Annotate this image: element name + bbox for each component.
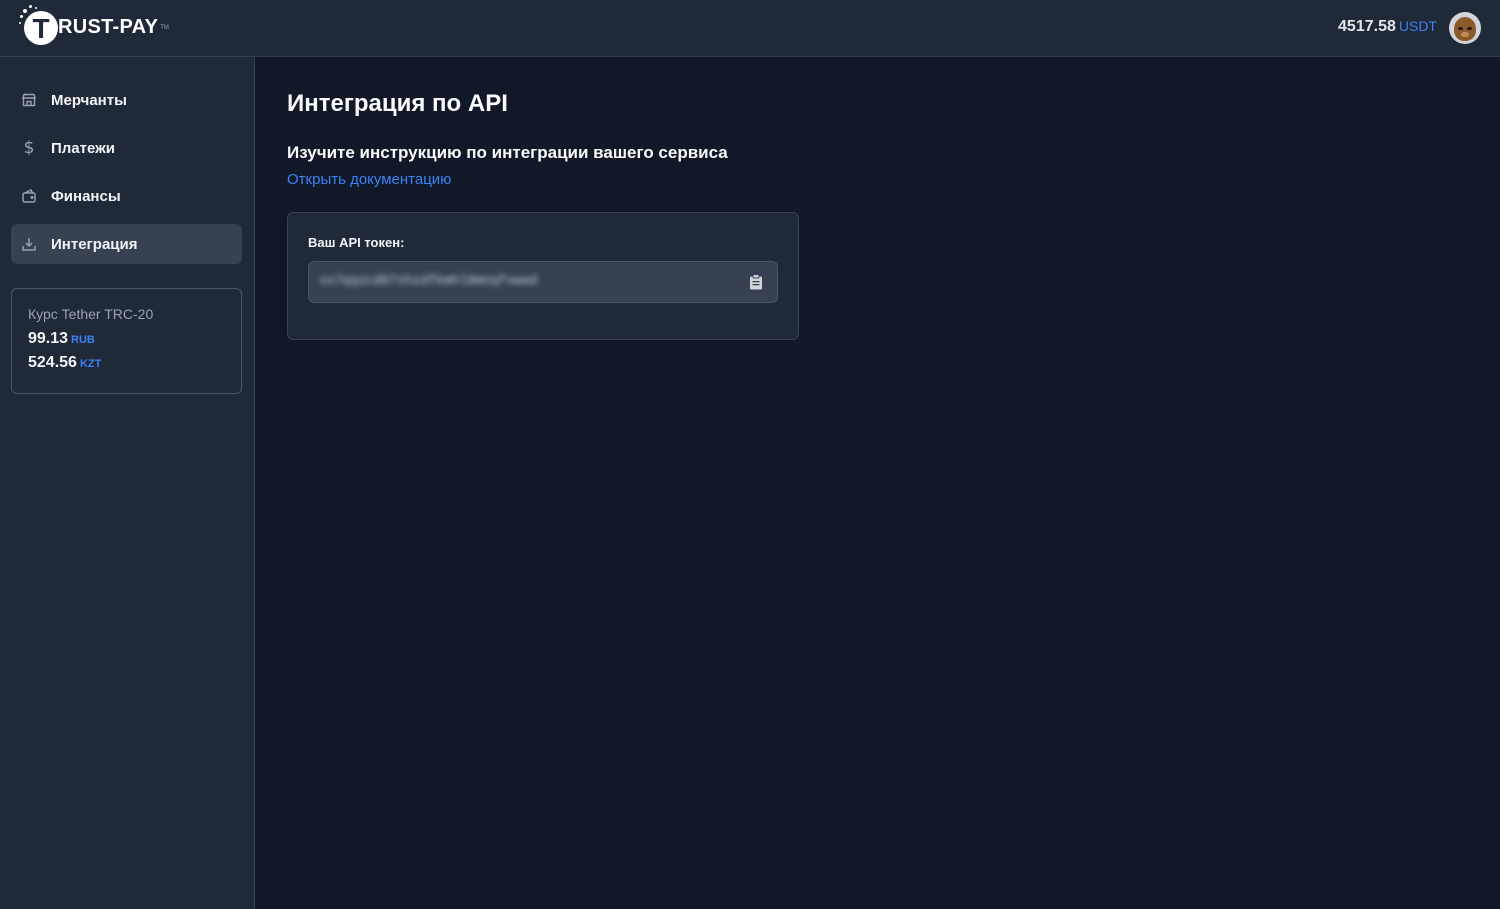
api-token-label: Ваш API токен: xyxy=(308,235,405,250)
logo-icon: T xyxy=(18,5,60,47)
balance-currency: USDT xyxy=(1398,18,1437,34)
clipboard-icon xyxy=(750,274,762,290)
api-token-field[interactable]: xx7qqzcd87shzdfkmhl8mnqfxwad xyxy=(308,261,778,303)
sidebar-item-merchants[interactable]: Мерчанты xyxy=(11,80,242,120)
wallet-icon xyxy=(21,188,37,204)
rate-currency: RUB xyxy=(71,334,95,346)
sidebar-item-label: Финансы xyxy=(51,187,121,205)
balance-display: 4517.58 USDT xyxy=(1338,18,1437,36)
section-subtitle: Изучите инструкцию по интеграции вашего … xyxy=(287,143,728,162)
page-title: Интеграция по API xyxy=(287,90,508,117)
rate-kzt: 524.56 KZT xyxy=(28,354,225,378)
sidebar-item-label: Интеграция xyxy=(51,235,138,253)
rate-card-title: Курс Tether TRC-20 xyxy=(28,306,154,322)
sidebar-item-label: Мерчанты xyxy=(51,91,127,109)
dollar-icon: $ xyxy=(23,138,35,158)
sidebar-nav: Мерчанты $ Платежи Финансы Интеграция xyxy=(11,80,242,272)
logo[interactable]: T RUST-PAY TM xyxy=(18,4,169,48)
balance-amount: 4517.58 xyxy=(1338,18,1396,35)
sidebar-item-integration[interactable]: Интеграция xyxy=(11,224,242,264)
rate-value: 99.13 xyxy=(28,330,69,347)
sidebar: Мерчанты $ Платежи Финансы Интеграция Ку… xyxy=(0,57,255,909)
logo-trademark: TM xyxy=(160,25,169,31)
sidebar-item-finance[interactable]: Финансы xyxy=(11,176,242,216)
sidebar-item-payments[interactable]: $ Платежи xyxy=(11,128,242,168)
rate-rub: 99.13 RUB xyxy=(28,330,225,354)
exchange-rate-card: Курс Tether TRC-20 99.13 RUB 524.56 KZT xyxy=(11,288,242,394)
rate-value: 524.56 xyxy=(28,354,77,371)
sidebar-item-label: Платежи xyxy=(51,139,115,157)
user-avatar[interactable] xyxy=(1449,12,1481,44)
copy-token-button[interactable] xyxy=(747,273,765,291)
bear-avatar-icon xyxy=(1454,17,1476,41)
store-icon xyxy=(21,92,37,108)
top-bar: T RUST-PAY TM 4517.58 USDT xyxy=(0,0,1500,57)
api-token-card: Ваш API токен: xx7qqzcd87shzdfkmhl8mnqfx… xyxy=(287,212,799,340)
rate-currency: KZT xyxy=(79,358,102,370)
logo-text: RUST-PAY xyxy=(58,15,159,38)
download-icon xyxy=(21,236,37,252)
open-documentation-link[interactable]: Открыть документацию xyxy=(287,171,451,188)
api-token-value[interactable]: xx7qqzcd87shzdfkmhl8mnqfxwad xyxy=(319,273,619,293)
